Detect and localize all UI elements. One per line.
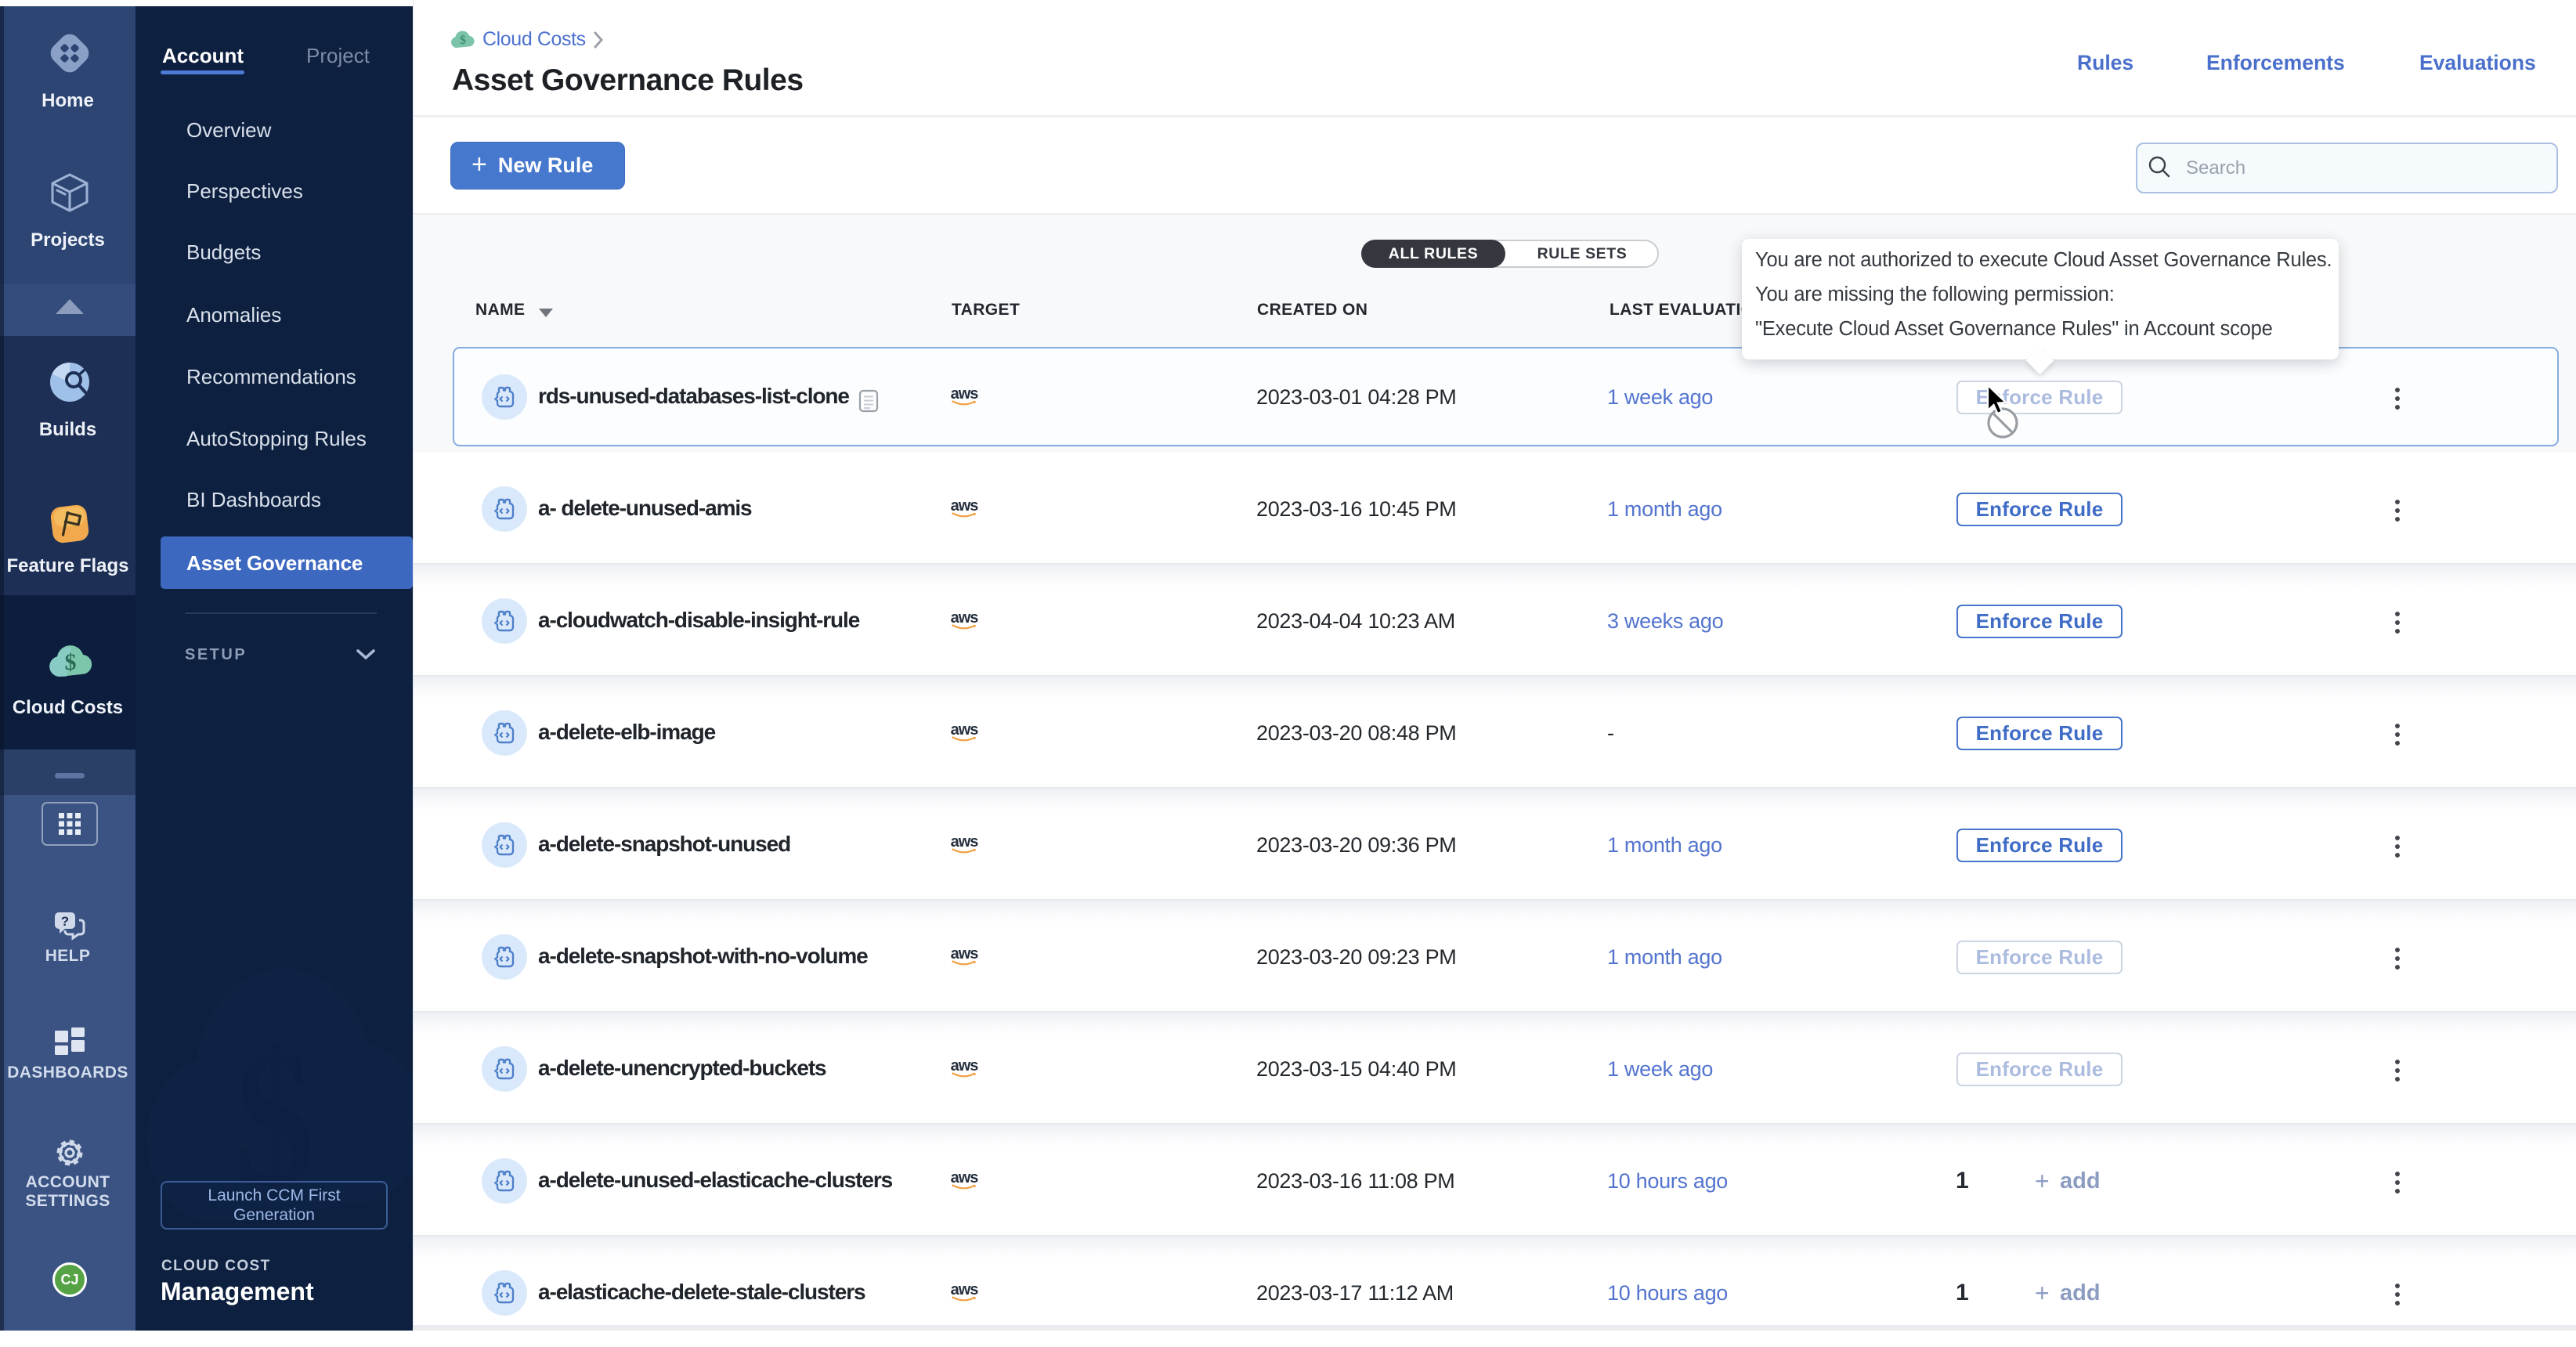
svg-text:aws: aws <box>951 1057 979 1074</box>
svg-text:aws: aws <box>951 497 979 515</box>
svg-text:aws: aws <box>951 1169 979 1186</box>
svg-text:aws: aws <box>951 833 979 850</box>
svg-text:aws: aws <box>951 385 979 403</box>
svg-text:aws: aws <box>951 945 979 962</box>
svg-text:aws: aws <box>951 721 979 739</box>
svg-text:aws: aws <box>951 1281 979 1298</box>
svg-text:aws: aws <box>951 609 979 627</box>
svg-text:?: ? <box>61 914 69 929</box>
svg-text:$: $ <box>460 34 466 47</box>
svg-text:$: $ <box>65 649 77 675</box>
